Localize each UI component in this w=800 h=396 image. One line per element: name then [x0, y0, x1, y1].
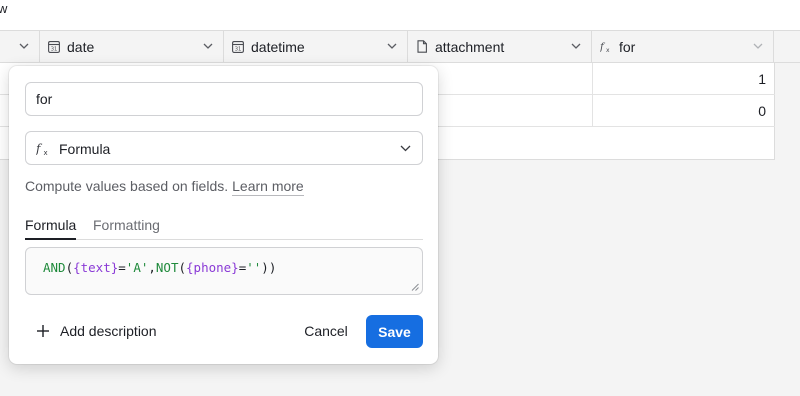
- column-name: date: [67, 39, 95, 55]
- formula-token-function: AND: [43, 260, 66, 275]
- formula-token-paren: (: [178, 260, 187, 275]
- editor-tabs: Formula Formatting: [25, 214, 423, 240]
- formula-token-operator: =: [118, 260, 126, 275]
- formula-token-field: {phone}: [186, 260, 239, 275]
- column-header-attachment[interactable]: attachment: [408, 31, 592, 62]
- cell-for[interactable]: 0: [592, 95, 774, 127]
- chevron-down-icon[interactable]: [203, 43, 213, 50]
- formula-token-string: '': [246, 260, 262, 275]
- svg-text:f: f: [36, 142, 43, 156]
- calendar-icon: 31: [232, 41, 244, 53]
- svg-text:31: 31: [51, 47, 58, 53]
- svg-text:x: x: [44, 149, 48, 156]
- tab-formula[interactable]: Formula: [25, 217, 77, 240]
- formula-editor[interactable]: AND({text}='A',NOT({phone}='')): [25, 247, 423, 295]
- file-icon: [417, 40, 427, 53]
- top-bar: w: [0, 0, 800, 30]
- formula-token-field: {text}: [73, 260, 119, 275]
- resize-handle-icon[interactable]: [411, 283, 419, 291]
- plus-icon: [37, 325, 49, 337]
- column-header-date[interactable]: 31 date: [40, 31, 224, 62]
- svg-text:x: x: [606, 47, 610, 53]
- cell-for[interactable]: 1: [592, 63, 774, 95]
- formula-token-paren: (: [65, 260, 74, 275]
- chevron-down-icon[interactable]: [387, 43, 397, 50]
- column-header-row: 31 date 31 datetime attachment fx for: [0, 30, 800, 63]
- svg-text:31: 31: [235, 47, 242, 53]
- formula-text[interactable]: AND({text}='A',NOT({phone}='')): [43, 260, 276, 275]
- formula-token-string: 'A': [125, 260, 149, 275]
- column-header-for[interactable]: fx for: [592, 31, 774, 62]
- field-type-label: Formula: [59, 141, 111, 157]
- formula-token-paren: )): [261, 260, 277, 275]
- field-name-input[interactable]: [25, 82, 423, 116]
- formula-token-comma: ,: [148, 260, 156, 275]
- formula-icon: fx: [600, 42, 610, 53]
- field-type-description: Compute values based on fields. Learn mor…: [25, 178, 304, 196]
- column-name: datetime: [251, 39, 305, 55]
- column-name: for: [619, 39, 636, 55]
- cancel-button[interactable]: Cancel: [294, 315, 358, 347]
- calendar-icon: 31: [48, 41, 60, 53]
- add-description-button[interactable]: Add description: [36, 320, 157, 342]
- learn-more-link[interactable]: Learn more: [232, 178, 304, 196]
- column-name: attachment: [435, 39, 505, 55]
- tab-formatting[interactable]: Formatting: [93, 217, 160, 240]
- chevron-down-icon[interactable]: [19, 43, 29, 50]
- column-header-datetime[interactable]: 31 datetime: [224, 31, 408, 62]
- field-editor-popover: fx Formula Compute values based on field…: [9, 66, 438, 364]
- chevron-down-icon[interactable]: [753, 43, 763, 50]
- save-button[interactable]: Save: [366, 315, 423, 348]
- column-header-partial[interactable]: [0, 31, 40, 62]
- field-type-select[interactable]: fx Formula: [25, 131, 423, 165]
- formula-icon: fx: [36, 142, 48, 157]
- chevron-down-icon: [400, 145, 411, 152]
- toolbar-text-fragment: w: [0, 1, 8, 16]
- chevron-down-icon[interactable]: [571, 43, 581, 50]
- description-text: Compute values based on fields.: [25, 178, 229, 194]
- formula-token-function: NOT: [155, 260, 179, 275]
- add-description-label: Add description: [60, 323, 157, 339]
